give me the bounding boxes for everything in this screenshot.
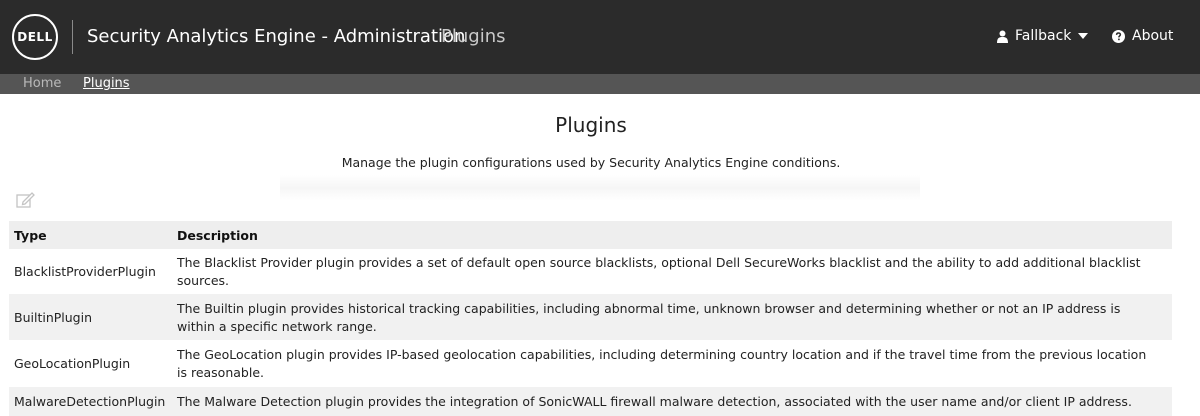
column-header-description[interactable]: Description bbox=[177, 223, 1172, 248]
about-label: About bbox=[1132, 28, 1174, 44]
page-title: Plugins bbox=[555, 113, 627, 137]
cell-description: The Blacklist Provider plugin provides a… bbox=[177, 255, 1141, 288]
table-row[interactable]: BlacklistProviderPlugin The Blacklist Pr… bbox=[9, 249, 1172, 293]
cell-type: BuiltinPlugin bbox=[14, 309, 93, 325]
edit-button[interactable] bbox=[16, 191, 36, 209]
user-icon bbox=[997, 30, 1008, 43]
table-row[interactable]: GeoLocationPlugin The GeoLocation plugin… bbox=[9, 340, 1172, 386]
dell-logo[interactable]: DELL bbox=[12, 14, 58, 60]
question-circle-icon bbox=[1112, 29, 1125, 43]
section-title: Plugins bbox=[441, 26, 506, 47]
table-header: Type Description bbox=[9, 221, 1172, 249]
table-row[interactable]: BuiltinPlugin The Builtin plugin provide… bbox=[9, 293, 1172, 340]
logo-text: DELL bbox=[17, 30, 53, 44]
app-title[interactable]: Security Analytics Engine - Administrati… bbox=[87, 26, 465, 47]
caret-down-icon bbox=[1078, 33, 1089, 39]
cell-description: The Builtin plugin provides historical t… bbox=[177, 300, 1121, 334]
cell-type: BlacklistProviderPlugin bbox=[14, 264, 156, 279]
cell-type: MalwareDetectionPlugin bbox=[14, 394, 166, 409]
breadcrumb-home-link[interactable]: Home bbox=[23, 76, 61, 91]
cell-type: GeoLocationPlugin bbox=[14, 356, 131, 371]
user-menu-dropdown[interactable]: Fallback bbox=[997, 27, 1089, 45]
page-subtitle: Manage the plugin configurations used by… bbox=[341, 155, 841, 170]
decorative-band bbox=[280, 175, 920, 201]
brand-divider bbox=[72, 20, 73, 54]
edit-icon bbox=[16, 191, 36, 209]
breadcrumb-plugins-link[interactable]: Plugins bbox=[83, 76, 130, 91]
cell-description: The Malware Detection plugin provides th… bbox=[177, 394, 1132, 409]
about-link[interactable]: About bbox=[1112, 27, 1173, 45]
top-navbar: DELL Security Analytics Engine - Adminis… bbox=[0, 0, 1200, 74]
plugins-table: Type Description BlacklistProviderPlugin… bbox=[9, 221, 1172, 416]
cell-description: The GeoLocation plugin provides IP-based… bbox=[177, 347, 1147, 380]
table-row[interactable]: MalwareDetectionPlugin The Malware Detec… bbox=[9, 386, 1172, 416]
user-menu-label: Fallback bbox=[1015, 28, 1072, 44]
breadcrumb: Home Plugins bbox=[0, 74, 1200, 94]
column-header-type[interactable]: Type bbox=[9, 228, 177, 243]
